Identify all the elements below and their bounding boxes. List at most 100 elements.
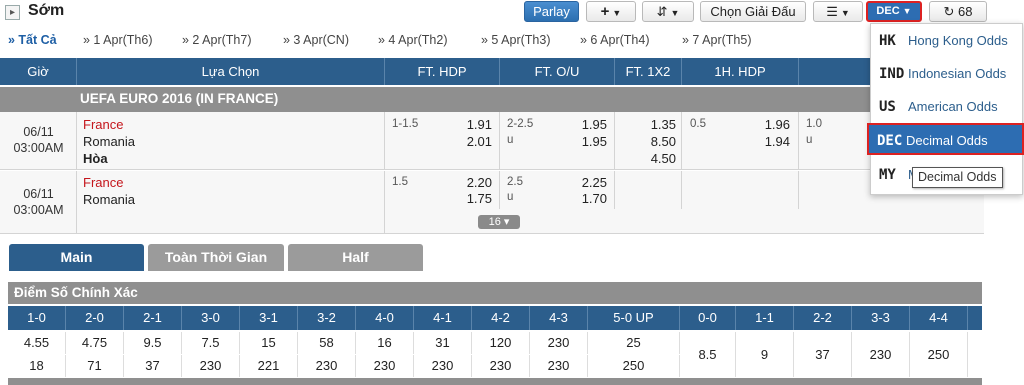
ft-1x2-cell (615, 171, 682, 209)
page-title: Sớm (28, 2, 65, 19)
menu-item-american-odds[interactable]: US American Odds (871, 91, 1024, 123)
more-bets-button[interactable]: 16 ▾ (478, 215, 520, 229)
date-tab[interactable]: » 6 Apr(Th4) (580, 33, 649, 47)
date-tab-all[interactable]: » Tất Cả (8, 33, 57, 47)
score-odds[interactable]: 250 (588, 355, 680, 377)
draw-score-odds[interactable]: 8.5 (680, 332, 736, 377)
us-icon: US (879, 99, 896, 115)
score-odds[interactable]: 230 (298, 355, 356, 377)
top-bar: ▸ Sớm Parlay + ▼ ⇵ ▼ Chọn Giải Đấu ☰ ▼ DEC ▼… (0, 0, 1024, 25)
score-header: 3-1 (240, 306, 298, 330)
hdp-line: 0.5 (690, 118, 706, 130)
score-odds[interactable]: 230 (530, 355, 588, 377)
view-list-button[interactable]: ☰ ▼ (813, 1, 863, 22)
score-header: 4-4 (910, 306, 968, 330)
col-1h-hdp: 1H. HDP (682, 58, 799, 85)
score-odds[interactable]: 4.55 (8, 332, 66, 354)
under-label: u (507, 134, 514, 146)
menu-item-decimal-odds[interactable]: DEC Decimal Odds (867, 123, 1024, 155)
odds-value[interactable]: 1.95 (565, 117, 607, 132)
odds-value[interactable]: 1.35 (630, 117, 676, 132)
score-odds[interactable]: 16 (356, 332, 414, 354)
date-tab[interactable]: » 7 Apr(Th5) (682, 33, 751, 47)
score-odds[interactable]: 18 (8, 355, 66, 377)
date-tab[interactable]: » 1 Apr(Th6) (83, 33, 152, 47)
score-header: 4-0 (356, 306, 414, 330)
menu-item-indonesian-odds[interactable]: IND Indonesian Odds (871, 58, 1024, 90)
add-button[interactable]: + ▼ (586, 1, 636, 22)
score-header: 1-1 (736, 306, 794, 330)
score-odds[interactable]: 4.75 (66, 332, 124, 354)
odds-value[interactable]: 1.70 (565, 191, 607, 206)
tab-half[interactable]: Half (288, 244, 423, 271)
home-team: France (83, 117, 124, 132)
odds-value[interactable]: 4.50 (630, 151, 676, 166)
odds-value[interactable]: 2.20 (450, 175, 492, 190)
score-odds[interactable]: 230 (356, 355, 414, 377)
chevron-right-icon[interactable]: ▸ (5, 5, 20, 20)
odds-value[interactable]: 2.01 (450, 134, 492, 149)
menu-item-label: Hong Kong Odds (908, 33, 1008, 48)
tab-main[interactable]: Main (9, 244, 144, 271)
score-odds[interactable]: 230 (414, 355, 472, 377)
menu-item-label: Decimal Odds (906, 133, 988, 148)
caret-down-icon: ▼ (612, 8, 622, 18)
draw-score-odds[interactable]: 230 (852, 332, 910, 377)
odds-type-button[interactable]: DEC ▼ (866, 1, 922, 22)
league-name: UEFA EURO 2016 (IN FRANCE) (80, 91, 279, 106)
match-time: 03:00AM (13, 141, 64, 155)
draw-score-odds[interactable]: 9 (736, 332, 794, 377)
parlay-button[interactable]: Parlay (524, 1, 579, 22)
odds-value[interactable]: 2.25 (565, 175, 607, 190)
score-odds[interactable]: 221 (240, 355, 298, 377)
score-odds[interactable]: 37 (124, 355, 182, 377)
score-header: 4-1 (414, 306, 472, 330)
under-label: u (806, 134, 813, 146)
draw-score-odds[interactable]: 37 (794, 332, 852, 377)
date-tab[interactable]: » 3 Apr(CN) (283, 33, 349, 47)
menu-item-label: American Odds (908, 99, 998, 114)
odds-value[interactable]: 1.94 (748, 134, 790, 149)
score-odds[interactable]: 58 (298, 332, 356, 354)
score-odds[interactable]: 9.5 (124, 332, 182, 354)
sort-icon: ⇵ (656, 4, 668, 19)
score-odds[interactable]: 230 (530, 332, 588, 354)
odds-value[interactable]: 1.75 (450, 191, 492, 206)
sort-button[interactable]: ⇵ ▼ (642, 1, 694, 22)
odds-value[interactable]: 1.96 (748, 117, 790, 132)
chevron-down-icon: ▾ (503, 216, 510, 228)
refresh-icon: ↻ (943, 4, 955, 19)
score-header: 1-0 (8, 306, 66, 330)
my-icon: MY (879, 167, 896, 183)
caret-down-icon: ▼ (902, 6, 912, 16)
odds-value[interactable]: 1.91 (450, 117, 492, 132)
score-odds[interactable]: 120 (472, 332, 530, 354)
score-odds[interactable]: 71 (66, 355, 124, 377)
select-league-button[interactable]: Chọn Giải Đấu (700, 1, 806, 22)
score-header: 3-3 (852, 306, 910, 330)
match-time: 03:00AM (13, 203, 64, 217)
col-ft-ou: FT. O/U (500, 58, 615, 85)
under-label: u (507, 191, 514, 203)
score-header: 3-2 (298, 306, 356, 330)
match-date: 06/11 (23, 125, 54, 139)
score-odds[interactable]: 15 (240, 332, 298, 354)
refresh-button[interactable]: ↻ 68 (929, 1, 987, 22)
draw-score-odds[interactable]: 250 (910, 332, 968, 377)
col-ft-1x2: FT. 1X2 (615, 58, 682, 85)
ind-icon: IND (879, 66, 905, 82)
odds-value[interactable]: 1.95 (565, 134, 607, 149)
date-tab[interactable]: » 4 Apr(Th2) (378, 33, 447, 47)
score-odds[interactable]: 25 (588, 332, 680, 354)
hdp-line: 1.5 (392, 176, 408, 188)
score-odds[interactable]: 230 (182, 355, 240, 377)
score-odds[interactable]: 31 (414, 332, 472, 354)
ou-line: 2.5 (507, 176, 523, 188)
date-tab[interactable]: » 2 Apr(Th7) (182, 33, 251, 47)
score-odds[interactable]: 230 (472, 355, 530, 377)
odds-value[interactable]: 8.50 (630, 134, 676, 149)
tab-full-time[interactable]: Toàn Thời Gian (148, 244, 284, 271)
menu-item-hong-kong-odds[interactable]: HK Hong Kong Odds (871, 25, 1024, 57)
score-odds[interactable]: 7.5 (182, 332, 240, 354)
date-tab[interactable]: » 5 Apr(Th3) (481, 33, 550, 47)
